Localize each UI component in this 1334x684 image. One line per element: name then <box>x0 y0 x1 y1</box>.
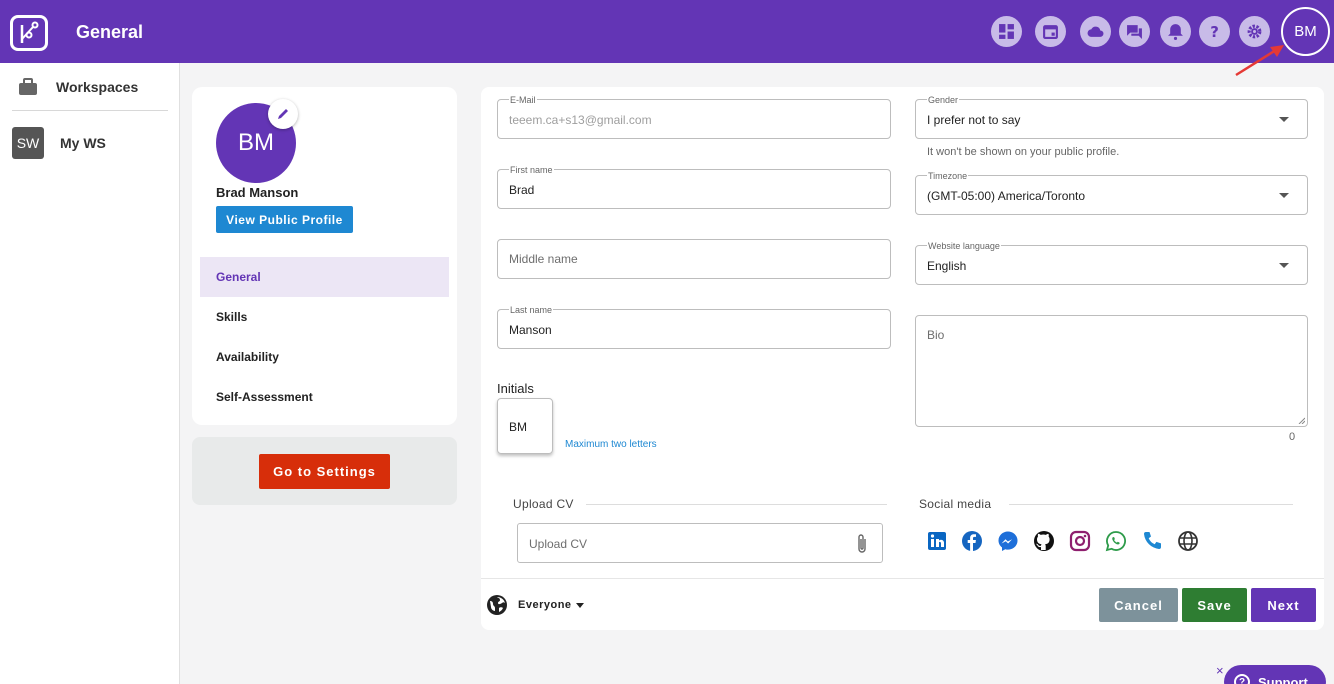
chevron-down-icon <box>1279 263 1289 268</box>
social-media-divider <box>1009 504 1293 505</box>
timezone-value: (GMT-05:00) America/Toronto <box>927 189 1086 203</box>
email-label: E-Mail <box>509 95 537 105</box>
svg-text:?: ? <box>1210 23 1219 40</box>
sidebar-workspaces-label: Workspaces <box>56 79 139 95</box>
support-button[interactable]: ? Support <box>1224 665 1326 684</box>
general-form: E-Mail teeem.ca+s13@gmail.com First name… <box>481 87 1324 630</box>
caret-down-icon <box>575 602 584 608</box>
menu-item-skills[interactable]: Skills <box>200 297 449 337</box>
last-name-label: Last name <box>509 305 554 315</box>
language-label: Website language <box>927 241 1001 251</box>
upload-cv-title: Upload CV <box>513 497 574 511</box>
gender-value: I prefer not to say <box>927 113 1021 127</box>
visibility-dropdown[interactable]: Everyone <box>486 594 584 616</box>
first-name-label: First name <box>509 165 554 175</box>
email-field[interactable]: E-Mail teeem.ca+s13@gmail.com <box>497 95 891 139</box>
language-value: English <box>927 259 967 273</box>
menu-item-self-assessment[interactable]: Self-Assessment <box>200 377 449 417</box>
public-globe-icon <box>487 595 507 615</box>
initials-hint: Maximum two letters <box>565 439 657 450</box>
initials-label: Initials <box>497 381 534 396</box>
language-select[interactable]: Website language English <box>915 241 1308 285</box>
github-icon[interactable] <box>1033 530 1055 552</box>
cloud-icon[interactable] <box>1080 16 1111 47</box>
logo-icon <box>20 21 39 43</box>
middle-name-placeholder: Middle name <box>509 252 578 266</box>
first-name-field[interactable]: First name Brad <box>497 165 891 209</box>
bio-char-count: 0 <box>1289 431 1296 443</box>
social-media-title: Social media <box>919 497 992 511</box>
visibility-label: Everyone <box>518 599 572 611</box>
first-name-value: Brad <box>509 183 535 197</box>
gender-select[interactable]: Gender I prefer not to say <box>915 95 1308 139</box>
view-public-profile-button[interactable]: View Public Profile <box>216 206 353 233</box>
workspace-badge: SW <box>12 127 44 159</box>
facebook-icon[interactable] <box>961 530 983 552</box>
initials-input[interactable]: BM <box>497 398 553 454</box>
upload-cv-divider <box>586 504 887 505</box>
dashboard-icon[interactable] <box>991 16 1022 47</box>
support-close-button[interactable]: × <box>1216 663 1224 678</box>
gear-icon[interactable] <box>1239 16 1270 47</box>
last-name-field[interactable]: Last name Manson <box>497 305 891 349</box>
next-button[interactable]: Next <box>1251 588 1316 622</box>
upload-cv-placeholder: Upload CV <box>529 537 588 551</box>
chevron-down-icon <box>1279 193 1289 198</box>
briefcase-icon <box>19 78 37 95</box>
timezone-select[interactable]: Timezone (GMT-05:00) America/Toronto <box>915 171 1308 215</box>
support-label: Support <box>1258 674 1308 684</box>
pencil-icon <box>278 109 288 119</box>
globe-icon[interactable] <box>1177 530 1199 552</box>
workspace-sidebar: Workspaces SW My WS <box>0 63 180 684</box>
cancel-button[interactable]: Cancel <box>1099 588 1178 622</box>
form-footer-divider <box>481 578 1324 579</box>
sidebar-item-workspaces[interactable]: Workspaces <box>18 77 138 97</box>
menu-item-availability[interactable]: Availability <box>200 337 449 377</box>
paperclip-icon[interactable] <box>856 533 868 555</box>
help-icon[interactable]: ? <box>1199 16 1230 47</box>
instagram-icon[interactable] <box>1069 530 1091 552</box>
app-logo[interactable] <box>10 15 48 51</box>
timezone-label: Timezone <box>927 171 969 181</box>
profile-card: BM Brad Manson View Public Profile Gener… <box>192 87 457 425</box>
gender-label: Gender <box>927 95 960 105</box>
sidebar-divider <box>12 110 168 111</box>
phone-icon[interactable] <box>1141 530 1163 552</box>
annotation-arrow-icon <box>1235 45 1284 77</box>
last-name-value: Manson <box>509 323 552 337</box>
bio-placeholder: Bio <box>927 328 945 342</box>
save-button[interactable]: Save <box>1182 588 1247 622</box>
chevron-down-icon <box>1279 117 1289 122</box>
gender-helper-text: It won't be shown on your public profile… <box>927 146 1120 158</box>
chat-icon[interactable] <box>1119 16 1150 47</box>
top-bar: General ? BM <box>0 0 1334 63</box>
whatsapp-icon[interactable] <box>1105 530 1127 552</box>
messenger-icon[interactable] <box>997 530 1019 552</box>
sidebar-item-my-ws[interactable]: SW My WS <box>12 127 106 159</box>
upload-cv-input[interactable]: Upload CV <box>517 523 883 563</box>
calendar-icon[interactable] <box>1035 16 1066 47</box>
menu-item-general[interactable]: General <box>200 257 449 297</box>
linkedin-icon[interactable] <box>926 530 948 552</box>
question-icon: ? <box>1234 674 1250 684</box>
edit-avatar-button[interactable] <box>268 99 298 129</box>
bio-textarea[interactable]: Bio <box>915 315 1308 427</box>
profile-name: Brad Manson <box>216 185 299 200</box>
middle-name-field[interactable]: Middle name <box>497 239 891 279</box>
resize-handle-icon[interactable] <box>1298 417 1305 424</box>
email-value: teeem.ca+s13@gmail.com <box>509 113 652 127</box>
page-title: General <box>76 22 144 42</box>
go-to-settings-button[interactable]: Go to Settings <box>259 454 390 489</box>
workspace-label: My WS <box>60 135 106 151</box>
settings-card: Go to Settings <box>192 437 457 505</box>
bell-icon[interactable] <box>1160 16 1191 47</box>
user-avatar-button[interactable]: BM <box>1281 7 1330 56</box>
